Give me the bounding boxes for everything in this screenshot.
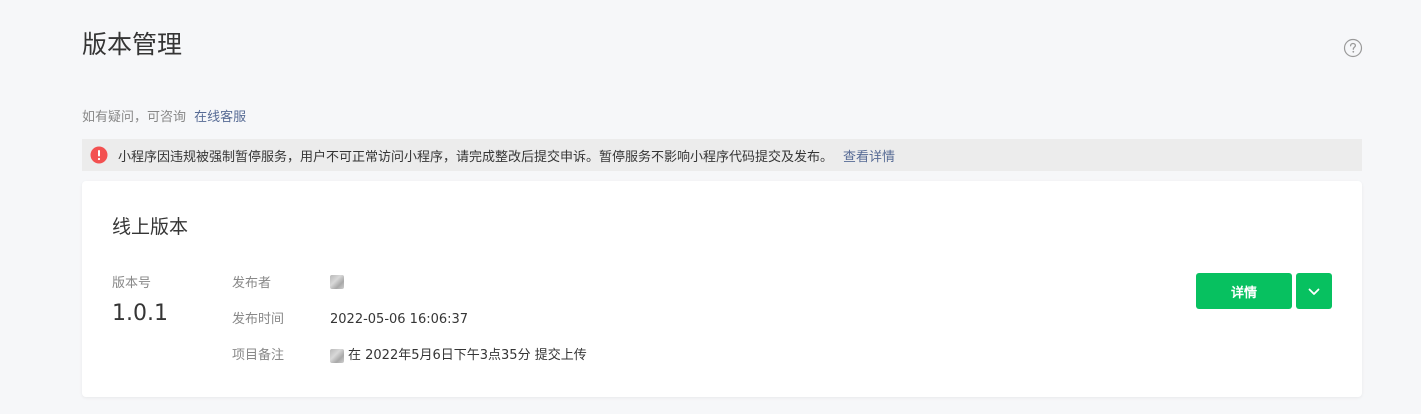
publisher-label: 发布者 xyxy=(232,276,272,291)
publisher-value xyxy=(330,275,348,289)
remark-value: 在 2022年5月6日下午3点35分 提交上传 xyxy=(330,347,587,365)
publish-time-label: 发布时间 xyxy=(232,312,285,327)
view-details-link[interactable]: 查看详情 xyxy=(843,146,895,165)
violation-alert: 小程序因违规被强制暂停服务，用户不可正常访问小程序，请完成整改后提交申诉。暂停服… xyxy=(82,139,1362,171)
chevron-down-icon xyxy=(1308,284,1320,299)
exclamation-circle-icon xyxy=(90,146,108,164)
version-management-page: 版本管理 如有疑问，可咨询 在线客服 小程序因违规被强制暂停服务，用户不可正常访… xyxy=(0,0,1421,414)
publisher-avatar xyxy=(330,275,344,289)
online-version-card: 线上版本 版本号 1.0.1 发布者 发布时间 2022-05-06 16:06… xyxy=(82,181,1362,397)
question-circle-icon[interactable] xyxy=(1343,38,1363,58)
remark-text: 在 2022年5月6日下午3点35分 提交上传 xyxy=(348,348,587,363)
publish-time-value: 2022-05-06 16:06:37 xyxy=(330,312,469,327)
detail-button[interactable]: 详情 xyxy=(1196,273,1292,309)
page-title: 版本管理 xyxy=(82,30,183,59)
alert-message: 小程序因违规被强制暂停服务，用户不可正常访问小程序，请完成整改后提交申诉。暂停服… xyxy=(118,149,834,165)
version-number: 1.0.1 xyxy=(112,301,168,326)
card-title: 线上版本 xyxy=(112,216,189,238)
more-actions-dropdown-button[interactable] xyxy=(1296,273,1332,309)
online-support-link[interactable]: 在线客服 xyxy=(194,110,246,125)
remark-avatar xyxy=(330,349,344,363)
remark-label: 项目备注 xyxy=(232,348,285,363)
consult-line: 如有疑问，可咨询 在线客服 xyxy=(82,109,246,127)
version-label: 版本号 xyxy=(112,276,152,291)
consult-prefix: 如有疑问，可咨询 xyxy=(82,110,187,125)
